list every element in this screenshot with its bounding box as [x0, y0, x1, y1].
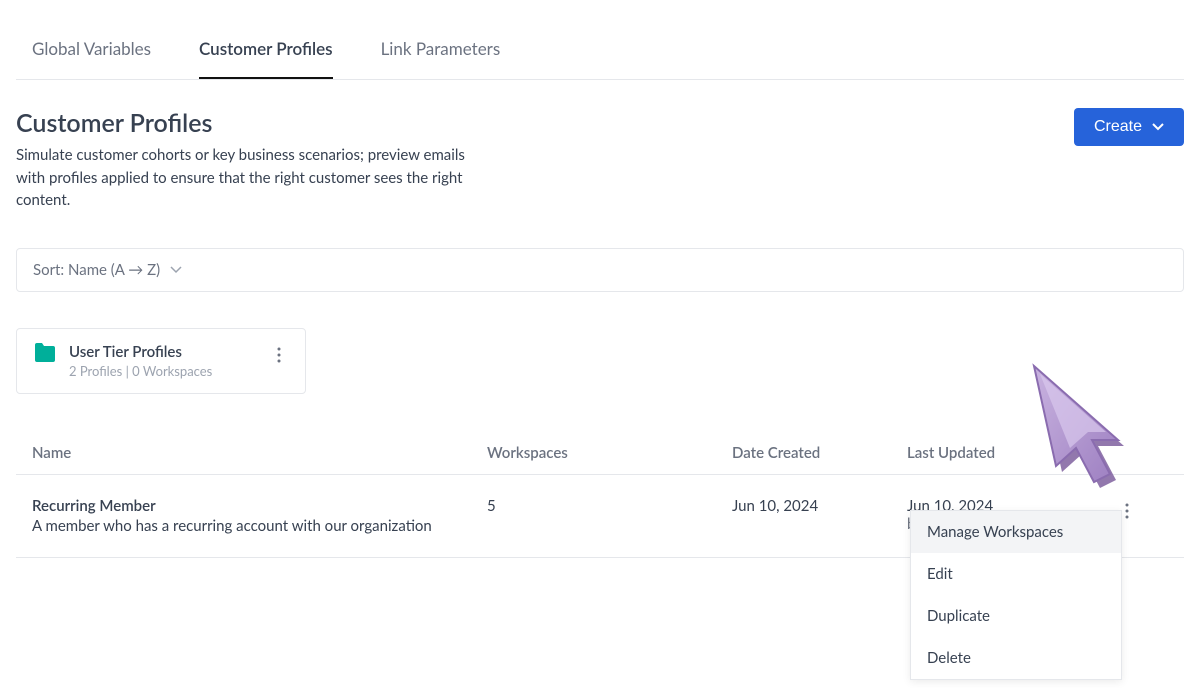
folder-card[interactable]: User Tier Profiles 2 Profiles | 0 Worksp…: [16, 328, 306, 394]
menu-edit[interactable]: Edit: [911, 553, 1121, 595]
folder-info: User Tier Profiles 2 Profiles | 0 Worksp…: [69, 343, 257, 379]
tabs-bar: Global Variables Customer Profiles Link …: [16, 16, 1184, 80]
create-button-label: Create: [1094, 118, 1142, 136]
create-button[interactable]: Create: [1074, 108, 1184, 146]
kebab-icon: [277, 347, 281, 363]
tab-link-parameters[interactable]: Link Parameters: [381, 16, 501, 79]
tab-customer-profiles[interactable]: Customer Profiles: [199, 16, 333, 79]
row-date-created: Jun 10, 2024: [732, 497, 907, 515]
kebab-icon: [1125, 503, 1129, 519]
chevron-down-icon: [1152, 120, 1164, 134]
sort-label: Sort: Name (A → Z): [33, 261, 160, 279]
menu-delete[interactable]: Delete: [911, 637, 1121, 679]
folder-kebab-menu[interactable]: [269, 343, 289, 370]
folder-icon: [33, 343, 57, 363]
folder-name: User Tier Profiles: [69, 343, 257, 361]
row-description: A member who has a recurring account wit…: [32, 517, 487, 535]
row-workspaces: 5: [487, 497, 732, 515]
page-header: Customer Profiles Simulate customer coho…: [16, 108, 1184, 212]
row-actions-dropdown: Manage Workspaces Edit Duplicate Delete: [910, 510, 1122, 680]
menu-duplicate[interactable]: Duplicate: [911, 595, 1121, 637]
chevron-down-icon: [170, 262, 182, 277]
table-header: Name Workspaces Date Created Last Update…: [16, 434, 1184, 475]
col-header-name: Name: [32, 444, 487, 462]
folder-meta: 2 Profiles | 0 Workspaces: [69, 363, 257, 379]
sort-dropdown[interactable]: Sort: Name (A → Z): [16, 248, 1184, 292]
tab-global-variables[interactable]: Global Variables: [32, 16, 151, 79]
row-name: Recurring Member: [32, 497, 487, 515]
col-header-workspaces: Workspaces: [487, 444, 732, 462]
page-description: Simulate customer cohorts or key busines…: [16, 144, 496, 212]
col-header-date-created: Date Created: [732, 444, 907, 462]
menu-manage-workspaces[interactable]: Manage Workspaces: [911, 511, 1121, 553]
col-header-last-updated: Last Updated: [907, 444, 1107, 462]
page-title: Customer Profiles: [16, 108, 496, 138]
